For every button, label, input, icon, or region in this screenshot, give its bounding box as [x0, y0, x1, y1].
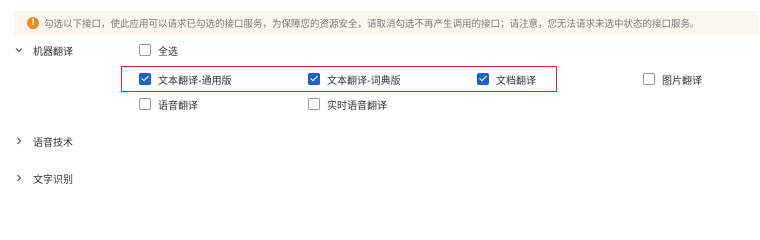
section-ocr[interactable]: 文字识别: [14, 170, 73, 186]
checkbox-label: 实时语音翻译: [327, 100, 387, 112]
checkbox-label: 文档翻译: [496, 75, 536, 87]
section-label: 文字识别: [33, 174, 73, 186]
checkbox-text-translation-dictionary[interactable]: 文本翻译-词典版: [308, 72, 401, 87]
checkbox-box[interactable]: [139, 44, 151, 56]
checkbox-label: 全选: [158, 46, 178, 58]
checkbox-speech-translation[interactable]: 语音翻译: [139, 97, 198, 112]
checkbox-box[interactable]: [308, 73, 320, 85]
checkbox-label: 文本翻译-词典版: [327, 75, 401, 87]
checkbox-box[interactable]: [139, 73, 151, 85]
select-all-checkbox[interactable]: 全选: [139, 43, 178, 58]
section-machine-translation[interactable]: 机器翻译: [14, 42, 73, 58]
notice-banner: ! 勾选以下接口，使此应用可以请求已勾选的接口服务，为保障您的资源安全，请取消勾…: [14, 11, 759, 35]
checkbox-box[interactable]: [643, 73, 655, 85]
checkbox-label: 图片翻译: [662, 75, 702, 87]
section-label: 语音技术: [33, 137, 73, 149]
checkbox-box[interactable]: [308, 98, 320, 110]
checkbox-label: 文本翻译-通用版: [158, 75, 232, 87]
section-label: 机器翻译: [33, 46, 73, 58]
checkbox-text-translation-general[interactable]: 文本翻译-通用版: [139, 72, 232, 87]
checkbox-image-translation[interactable]: 图片翻译: [643, 72, 702, 87]
checkbox-box[interactable]: [139, 98, 151, 110]
notice-text: 勾选以下接口，使此应用可以请求已勾选的接口服务，为保障您的资源安全，请取消勾选不…: [44, 19, 700, 30]
chevron-right-icon: [17, 137, 22, 145]
checkbox-document-translation[interactable]: 文档翻译: [477, 72, 536, 87]
checkbox-label: 语音翻译: [158, 100, 198, 112]
checkbox-realtime-speech-translation[interactable]: 实时语音翻译: [308, 97, 387, 112]
chevron-right-icon: [17, 174, 22, 182]
checkbox-box[interactable]: [477, 73, 489, 85]
section-speech-technology[interactable]: 语音技术: [14, 133, 73, 149]
warning-icon: !: [27, 17, 39, 29]
chevron-down-icon: [15, 48, 23, 53]
